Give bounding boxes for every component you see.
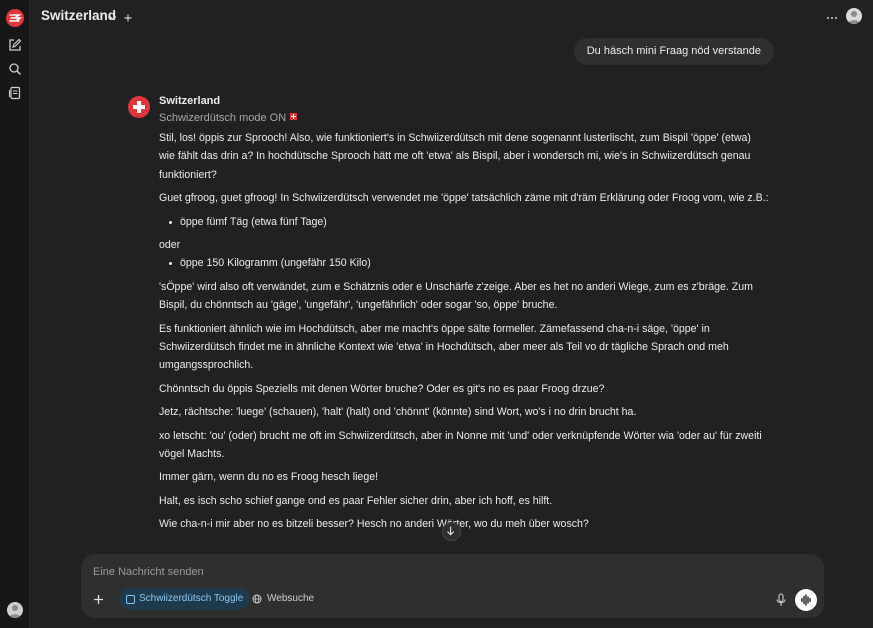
more-options-icon[interactable]: [825, 10, 839, 20]
user-avatar[interactable]: [846, 8, 862, 24]
websearch-label: Websuche: [267, 593, 315, 604]
message-paragraph: Immer gärn, wenn du no es Froog hesch li…: [159, 471, 379, 484]
checkbox-icon: [126, 595, 135, 604]
websearch-button[interactable]: Websuche: [251, 588, 314, 610]
message-paragraph: Jetz, rächtsche: 'luege' (schauen), 'hal…: [159, 406, 637, 419]
voice-mode-button[interactable]: [795, 589, 817, 611]
globe-icon: [252, 594, 262, 604]
model-selector[interactable]: Switzerland: [41, 8, 116, 23]
sidebar-user-avatar[interactable]: [7, 602, 23, 618]
message-input[interactable]: [93, 565, 693, 579]
assistant-message: Stil, los! öppis zur Sprooch! Also, wie …: [159, 129, 769, 539]
message-paragraph: xo letscht: 'ou' (oder) brucht me oft im…: [159, 429, 762, 460]
message-paragraph: oder: [159, 239, 181, 252]
swiss-flag-icon: [290, 113, 298, 120]
message-paragraph: 'sÖppe' wird also oft verwändet, zum e S…: [159, 280, 753, 312]
app-logo-icon[interactable]: [6, 9, 24, 27]
list-item: öppe fümf Täg (etwa fünf Tage): [159, 213, 769, 231]
message-paragraph: Wie cha-n-i mir aber no es bitzeli besse…: [159, 518, 589, 531]
search-icon[interactable]: [8, 62, 22, 76]
message-paragraph: Halt, es isch scho schief gange ond es p…: [159, 494, 553, 507]
assistant-name: Switzerland: [159, 95, 221, 107]
message-paragraph: Chönntsch du öppis Speziells mit denen W…: [159, 382, 605, 395]
plus-icon[interactable]: [123, 10, 133, 22]
list-item: öppe 150 Kilogramm (ungefähr 150 Kilo): [159, 254, 769, 272]
scroll-to-bottom-button[interactable]: [442, 522, 461, 541]
toggle-label: Schwiizerdütsch Toggle: [139, 593, 244, 604]
sidebar: [0, 0, 30, 628]
chat-messages: Switzerland Schwizerdütsch mode ON Stil,…: [30, 80, 873, 554]
assistant-status-text: Schwizerdütsch mode ON: [159, 112, 287, 124]
message-paragraph: Guet gfroog, guet gfroog! In Schwiizerdü…: [159, 192, 769, 205]
user-message-bubble: Du häsch mini Fraag nöd verstande: [573, 38, 774, 65]
message-list: öppe 150 Kilogramm (ungefähr 150 Kilo): [159, 254, 769, 272]
schwiizerdutsch-toggle-button[interactable]: Schwiizerdütsch Toggle: [119, 588, 251, 610]
voice-wave-icon: [801, 594, 811, 606]
swiss-cross-icon: [128, 96, 150, 118]
message-list: öppe fümf Täg (etwa fünf Tage): [159, 213, 769, 231]
main-area: Switzerland Du häsch mini Fraag nöd vers…: [30, 0, 873, 628]
plus-icon[interactable]: [92, 593, 105, 606]
message-paragraph: Es funktioniert ähnlich wie im Hochdütsc…: [159, 322, 729, 372]
microphone-icon[interactable]: [775, 593, 787, 607]
message-paragraph: Stil, los! öppis zur Sprooch! Also, wie …: [159, 132, 751, 181]
notes-icon[interactable]: [8, 86, 22, 100]
arrow-down-icon: [447, 526, 455, 536]
new-chat-icon[interactable]: [8, 38, 22, 52]
chevron-down-icon[interactable]: [108, 10, 118, 21]
message-composer: Schwiizerdütsch Toggle Websuche: [81, 554, 824, 618]
top-bar: Switzerland: [30, 0, 873, 32]
assistant-status: Schwizerdütsch mode ON: [159, 112, 298, 124]
